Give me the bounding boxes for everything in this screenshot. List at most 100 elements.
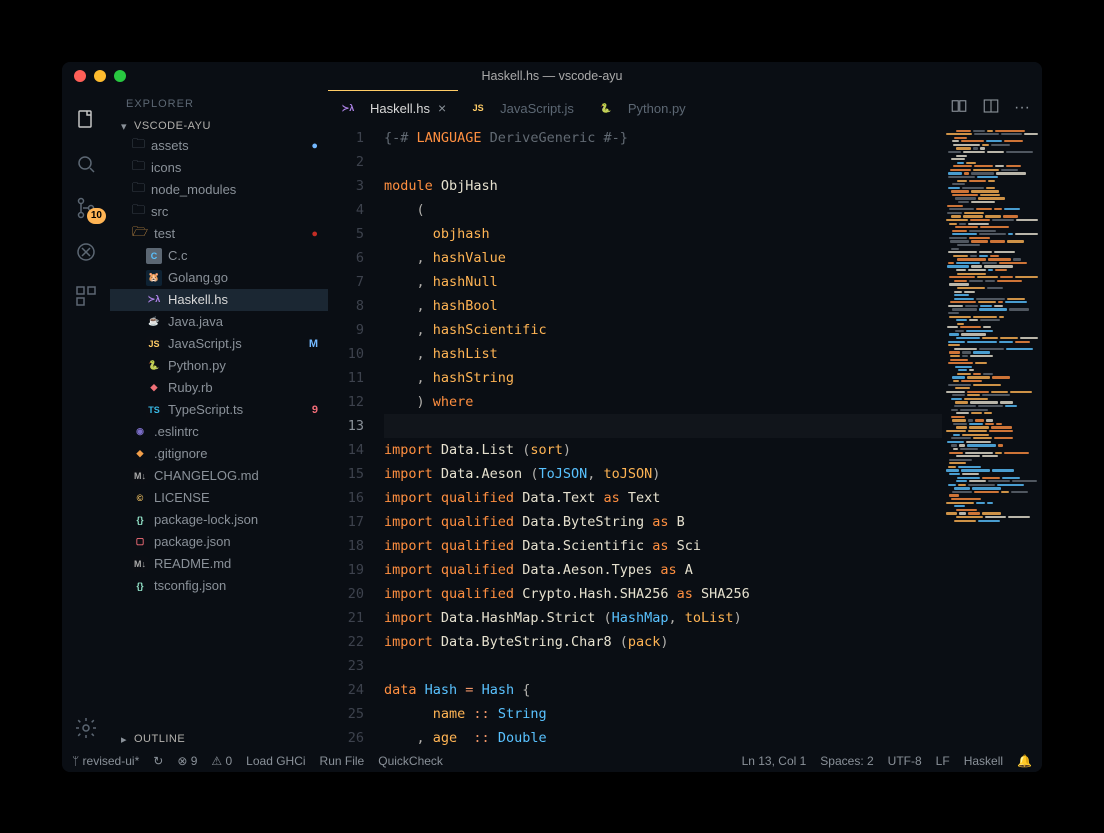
folder-icons[interactable]: 🗀 icons: [110, 157, 328, 179]
file-icon: JS: [470, 100, 486, 116]
item-label: TypeScript.ts: [168, 402, 243, 417]
sidebar-title: EXPLORER: [110, 90, 328, 118]
file-c-c[interactable]: C C.c: [110, 245, 328, 267]
file-license[interactable]: © LICENSE: [110, 487, 328, 509]
search-icon[interactable]: [62, 142, 110, 186]
file-tsconfig-json[interactable]: {} tsconfig.json: [110, 575, 328, 597]
file-icon: ◆: [146, 380, 162, 396]
file-icon: ▢: [132, 534, 148, 550]
file-package-json[interactable]: ▢package.json: [110, 531, 328, 553]
file-icon: C: [146, 248, 162, 264]
activity-bar: 10: [62, 90, 110, 750]
folder-assets[interactable]: 🗀assets●: [110, 135, 328, 157]
folder-test[interactable]: 🗁 test ●: [110, 223, 328, 245]
debug-icon[interactable]: [62, 230, 110, 274]
item-label: src: [151, 204, 168, 219]
file-python-py[interactable]: 🐍 Python.py: [110, 355, 328, 377]
folder-icon: 🗁: [132, 223, 148, 245]
item-label: package-lock.json: [154, 512, 258, 527]
eol[interactable]: LF: [936, 754, 950, 768]
file-icon: 🐍: [146, 358, 162, 374]
folder-icon: 🗀: [132, 157, 145, 179]
item-label: test: [154, 226, 175, 241]
language-mode[interactable]: Haskell: [964, 754, 1003, 768]
code-editor[interactable]: 1234567891011121314151617181920212223242…: [328, 126, 942, 750]
git-branch[interactable]: ᛘ revised-ui*: [72, 754, 139, 768]
status-run-file[interactable]: Run File: [320, 754, 365, 768]
cursor-position[interactable]: Ln 13, Col 1: [742, 754, 807, 768]
code-content[interactable]: {-# LANGUAGE DeriveGeneric #-} module Ob…: [384, 126, 942, 750]
tab-python-py[interactable]: 🐍Python.py: [586, 90, 698, 126]
split-icon[interactable]: [982, 97, 1000, 118]
tab-haskell-hs[interactable]: ≻λHaskell.hs×: [328, 90, 458, 126]
file-haskell-hs[interactable]: ≻λHaskell.hs: [110, 289, 328, 311]
file-tree: 🗀assets●🗀icons🗀node_modules🗀src🗁test●CC.…: [110, 135, 328, 729]
file-icon: ≻λ: [340, 100, 356, 116]
tab-javascript-js[interactable]: JSJavaScript.js: [458, 90, 586, 126]
file-javascript-js[interactable]: JSJavaScript.jsM: [110, 333, 328, 355]
file-icon: ☕: [146, 314, 162, 330]
folder-node_modules[interactable]: 🗀 node_modules: [110, 179, 328, 201]
item-label: LICENSE: [154, 490, 210, 505]
file-golang-go[interactable]: 🐹 Golang.go: [110, 267, 328, 289]
git-decoration: ●: [311, 140, 318, 152]
status-bar: ᛘ revised-ui* ↻ ⊗ 9 ⚠ 0 Load GHCi Run Fi…: [62, 750, 1042, 772]
extensions-icon[interactable]: [62, 274, 110, 318]
status-quickcheck[interactable]: QuickCheck: [378, 754, 443, 768]
file-typescript-ts[interactable]: TSTypeScript.ts9: [110, 399, 328, 421]
more-icon[interactable]: ···: [1014, 99, 1030, 117]
file-icon: JS: [146, 336, 162, 352]
errors[interactable]: ⊗ 9: [177, 754, 197, 768]
close-icon[interactable]: ×: [438, 100, 446, 116]
file-icon: TS: [146, 402, 162, 418]
file-icon: 🐍: [598, 100, 614, 116]
titlebar: Haskell.hs — vscode-ayu: [62, 62, 1042, 90]
folder-src[interactable]: 🗀 src: [110, 201, 328, 223]
item-label: Ruby.rb: [168, 380, 213, 395]
encoding[interactable]: UTF-8: [888, 754, 922, 768]
item-label: JavaScript.js: [168, 336, 242, 351]
compare-icon[interactable]: [950, 97, 968, 118]
item-label: icons: [151, 160, 181, 175]
source-control-icon[interactable]: 10: [62, 186, 110, 230]
folder-icon: 🗀: [132, 179, 145, 201]
item-label: Java.java: [168, 314, 223, 329]
file--eslintrc[interactable]: ◉.eslintrc: [110, 421, 328, 443]
sidebar-section[interactable]: ▾ VSCODE-AYU: [110, 118, 328, 135]
git-decoration: ●: [311, 228, 318, 240]
file--gitignore[interactable]: ◆.gitignore: [110, 443, 328, 465]
minimap[interactable]: [942, 126, 1042, 750]
sync-icon[interactable]: ↻: [153, 754, 163, 768]
status-load-ghci[interactable]: Load GHCi: [246, 754, 305, 768]
file-icon: 🐹: [146, 270, 162, 286]
bell-icon[interactable]: 🔔: [1017, 754, 1032, 768]
sidebar: EXPLORER ▾ VSCODE-AYU 🗀 assets ● 🗀 icons 🗀 nod…: [110, 90, 328, 750]
explorer-icon[interactable]: [62, 98, 110, 142]
file-package-lock-json[interactable]: {}package-lock.json: [110, 509, 328, 531]
editor-window: Haskell.hs — vscode-ayu 10: [62, 62, 1042, 772]
scm-badge: 10: [87, 208, 106, 224]
item-label: tsconfig.json: [154, 578, 226, 593]
file-icon: ©: [132, 490, 148, 506]
item-label: C.c: [168, 248, 188, 263]
file-icon: M↓: [132, 556, 148, 572]
warnings[interactable]: ⚠ 0: [211, 754, 232, 768]
outline-section[interactable]: ▸ OUTLINE: [110, 729, 328, 750]
file-changelog-md[interactable]: M↓CHANGELOG.md: [110, 465, 328, 487]
tab-bar: ≻λHaskell.hs×JSJavaScript.js🐍Python.py ··…: [328, 90, 1042, 126]
file-icon: {}: [132, 578, 148, 594]
file-ruby-rb[interactable]: ◆ Ruby.rb: [110, 377, 328, 399]
file-readme-md[interactable]: M↓README.md: [110, 553, 328, 575]
folder-icon: 🗀: [132, 201, 145, 223]
item-label: Golang.go: [168, 270, 228, 285]
file-icon: ≻λ: [146, 292, 162, 308]
indentation[interactable]: Spaces: 2: [820, 754, 873, 768]
item-label: .eslintrc: [154, 424, 199, 439]
editor-area: ≻λHaskell.hs×JSJavaScript.js🐍Python.py ··…: [328, 90, 1042, 750]
item-label: Python.py: [168, 358, 226, 373]
item-label: node_modules: [151, 182, 236, 197]
file-icon: ◆: [132, 446, 148, 462]
settings-icon[interactable]: [62, 706, 110, 750]
file-java-java[interactable]: ☕ Java.java: [110, 311, 328, 333]
item-label: assets: [151, 138, 189, 153]
